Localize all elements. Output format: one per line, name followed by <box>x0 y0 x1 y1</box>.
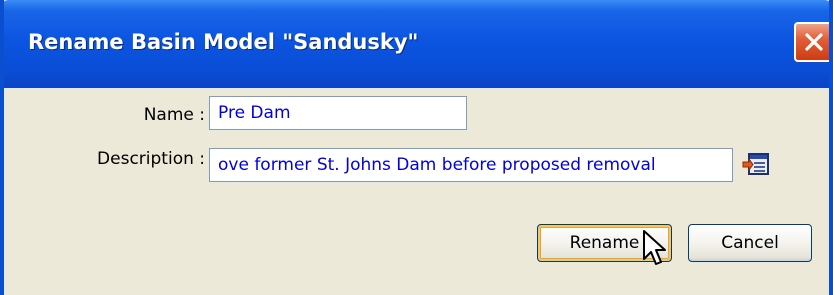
dialog-title: Rename Basin Model "Sandusky" <box>28 30 419 54</box>
title-bar[interactable]: Rename Basin Model "Sandusky" <box>4 0 829 88</box>
mouse-pointer-icon <box>643 230 666 265</box>
rename-dialog: Rename Basin Model "Sandusky" Name : Pre… <box>0 0 833 295</box>
name-field[interactable]: Pre Dam <box>209 96 467 130</box>
name-label: Name : <box>143 105 205 125</box>
close-icon <box>805 33 823 51</box>
dialog-body: Name : Pre Dam Description : ove former … <box>4 88 829 295</box>
description-label: Description : <box>97 149 205 169</box>
close-button[interactable] <box>794 22 829 62</box>
cancel-button[interactable]: Cancel <box>688 224 812 262</box>
description-editor-icon[interactable] <box>742 149 772 179</box>
description-field[interactable]: ove former St. Johns Dam before proposed… <box>209 148 733 182</box>
